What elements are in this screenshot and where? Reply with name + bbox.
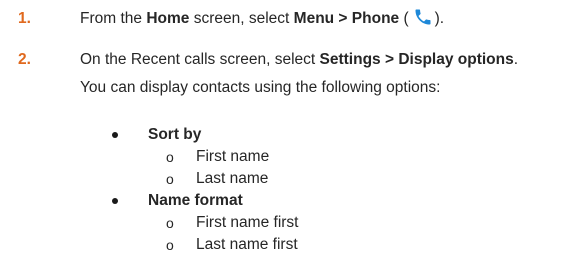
step-text-part: ( bbox=[399, 10, 409, 27]
step-number: 1. bbox=[18, 10, 31, 27]
step-number: 2. bbox=[18, 51, 31, 68]
bullet-icon bbox=[112, 132, 118, 138]
menu-phone-label: Menu > Phone bbox=[293, 10, 400, 27]
sub-option-label: Last name first bbox=[196, 236, 298, 253]
bullet-icon bbox=[112, 198, 118, 204]
step-text: On the Recent calls screen, select Setti… bbox=[80, 46, 518, 74]
sub-option-label: Last name bbox=[196, 170, 269, 187]
circle-marker-icon: o bbox=[166, 215, 174, 231]
sub-option-label: First name bbox=[196, 148, 270, 165]
step-text: From the Home screen, select Menu > Phon… bbox=[80, 5, 444, 33]
step-text-part: ). bbox=[434, 10, 445, 27]
circle-marker-icon: o bbox=[166, 237, 174, 253]
step-text-part: From the bbox=[80, 10, 147, 27]
circle-marker-icon: o bbox=[166, 149, 174, 165]
settings-display-options-label: Settings > Display options bbox=[319, 51, 514, 68]
step-text-part: . bbox=[513, 51, 519, 68]
phone-icon bbox=[411, 5, 434, 28]
help-article: 1. From the Home screen, select Menu > P… bbox=[0, 0, 581, 268]
home-label: Home bbox=[146, 10, 190, 27]
sub-option-label: First name first bbox=[196, 214, 299, 231]
step-text-part: On the Recent calls screen, select bbox=[80, 51, 320, 68]
step-2-continuation: You can display contacts using the follo… bbox=[80, 79, 441, 96]
option-label: Sort by bbox=[148, 126, 202, 143]
option-label: Name format bbox=[148, 192, 243, 209]
step-text-part: screen, select bbox=[189, 10, 294, 27]
circle-marker-icon: o bbox=[166, 171, 174, 187]
